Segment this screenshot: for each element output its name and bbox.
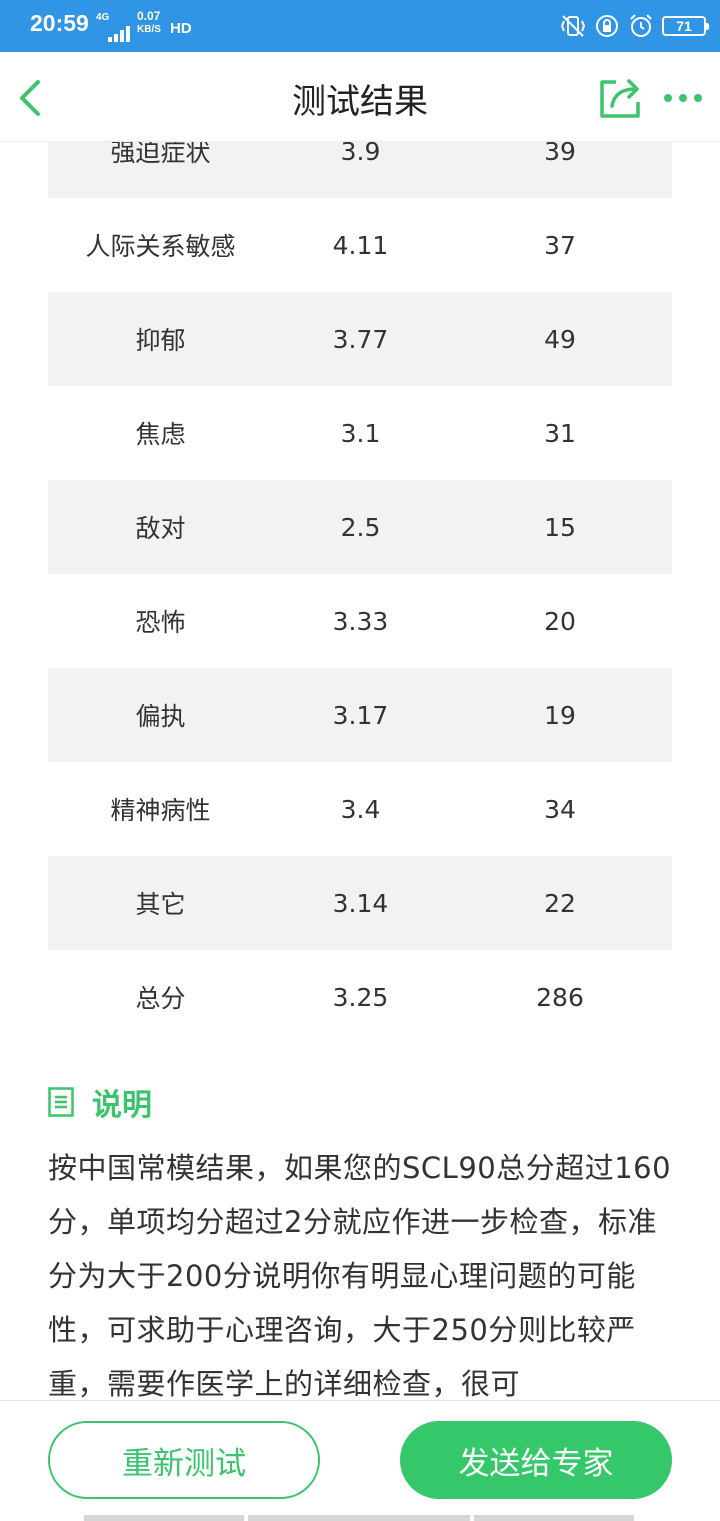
factor-total: 15 — [544, 512, 576, 542]
factor-average: 3.33 — [332, 606, 389, 636]
alarm-icon — [630, 14, 652, 37]
more-icon[interactable] — [660, 78, 706, 118]
factor-total: 19 — [544, 700, 576, 730]
vibrate-icon — [560, 15, 586, 37]
description-header: 说明 — [48, 1082, 152, 1123]
result-table: 强迫症状 3.9 39 人际关系敏感 4.11 37 抑郁 3.77 49 焦虑… — [48, 104, 672, 1044]
table-row: 恐怖 3.33 20 — [48, 574, 672, 668]
signal-icon — [108, 26, 130, 42]
network-speed-value: 0.07 — [137, 9, 161, 23]
factor-name: 焦虑 — [135, 420, 186, 449]
table-row: 抑郁 3.77 49 — [48, 292, 672, 386]
status-icons: 71 — [560, 13, 709, 39]
factor-name: 偏执 — [135, 702, 186, 731]
share-icon[interactable] — [598, 76, 644, 120]
factor-name: 抑郁 — [135, 326, 186, 355]
nav-handle-middle — [248, 1515, 470, 1521]
nav-handle-right — [474, 1515, 634, 1521]
table-row: 其它 3.14 22 — [48, 856, 672, 950]
factor-average: 3.4 — [340, 794, 381, 824]
send-to-expert-button[interactable]: 发送给专家 — [400, 1421, 672, 1499]
factor-total: 34 — [544, 794, 576, 824]
factor-average: 3.17 — [332, 700, 389, 730]
factor-name: 其它 — [135, 890, 186, 919]
factor-name: 恐怖 — [135, 608, 186, 637]
factor-average: 3.25 — [332, 982, 389, 1012]
factor-total: 31 — [544, 418, 576, 448]
factor-name: 人际关系敏感 — [85, 232, 236, 261]
document-icon — [48, 1087, 74, 1117]
factor-total: 22 — [544, 888, 576, 918]
status-time: 20:59 — [30, 10, 89, 36]
factor-name: 总分 — [135, 984, 186, 1013]
factor-total: 49 — [544, 324, 576, 354]
table-row-total: 总分 3.25 286 — [48, 950, 672, 1044]
factor-average: 3.77 — [332, 324, 389, 354]
hd-indicator: HD — [170, 20, 192, 37]
factor-total: 20 — [544, 606, 576, 636]
factor-total: 37 — [544, 230, 576, 260]
table-row: 敌对 2.5 15 — [48, 480, 672, 574]
factor-average: 3.1 — [340, 418, 381, 448]
lock-rotation-icon — [596, 15, 618, 37]
battery-indicator: 71 — [662, 16, 709, 36]
description-title: 说明 — [92, 1088, 152, 1123]
table-row: 偏执 3.17 19 — [48, 668, 672, 762]
factor-name: 敌对 — [135, 514, 186, 543]
factor-average: 4.11 — [332, 230, 389, 260]
retest-button[interactable]: 重新测试 — [48, 1421, 320, 1499]
factor-total: 286 — [536, 982, 584, 1012]
network-type: 4G — [96, 12, 110, 23]
nav-bar: 测试结果 — [0, 52, 720, 142]
bottom-action-bar: 重新测试 发送给专家 — [0, 1400, 720, 1521]
network-speed: 0.07 KB/S — [137, 10, 161, 36]
description-text: 按中国常模结果，如果您的SCL90总分超过160分，单项均分超过2分就应作进一步… — [48, 1151, 672, 1401]
factor-average: 3.14 — [332, 888, 389, 918]
network-speed-unit: KB/S — [137, 24, 161, 35]
table-row: 精神病性 3.4 34 — [48, 762, 672, 856]
table-row: 人际关系敏感 4.11 37 — [48, 198, 672, 292]
nav-handle-left — [84, 1515, 244, 1521]
factor-name: 精神病性 — [110, 796, 211, 825]
table-row: 焦虑 3.1 31 — [48, 386, 672, 480]
factor-average: 2.5 — [340, 512, 381, 542]
status-bar: 20:59 4G 0.07 KB/S HD 71 — [0, 0, 720, 52]
